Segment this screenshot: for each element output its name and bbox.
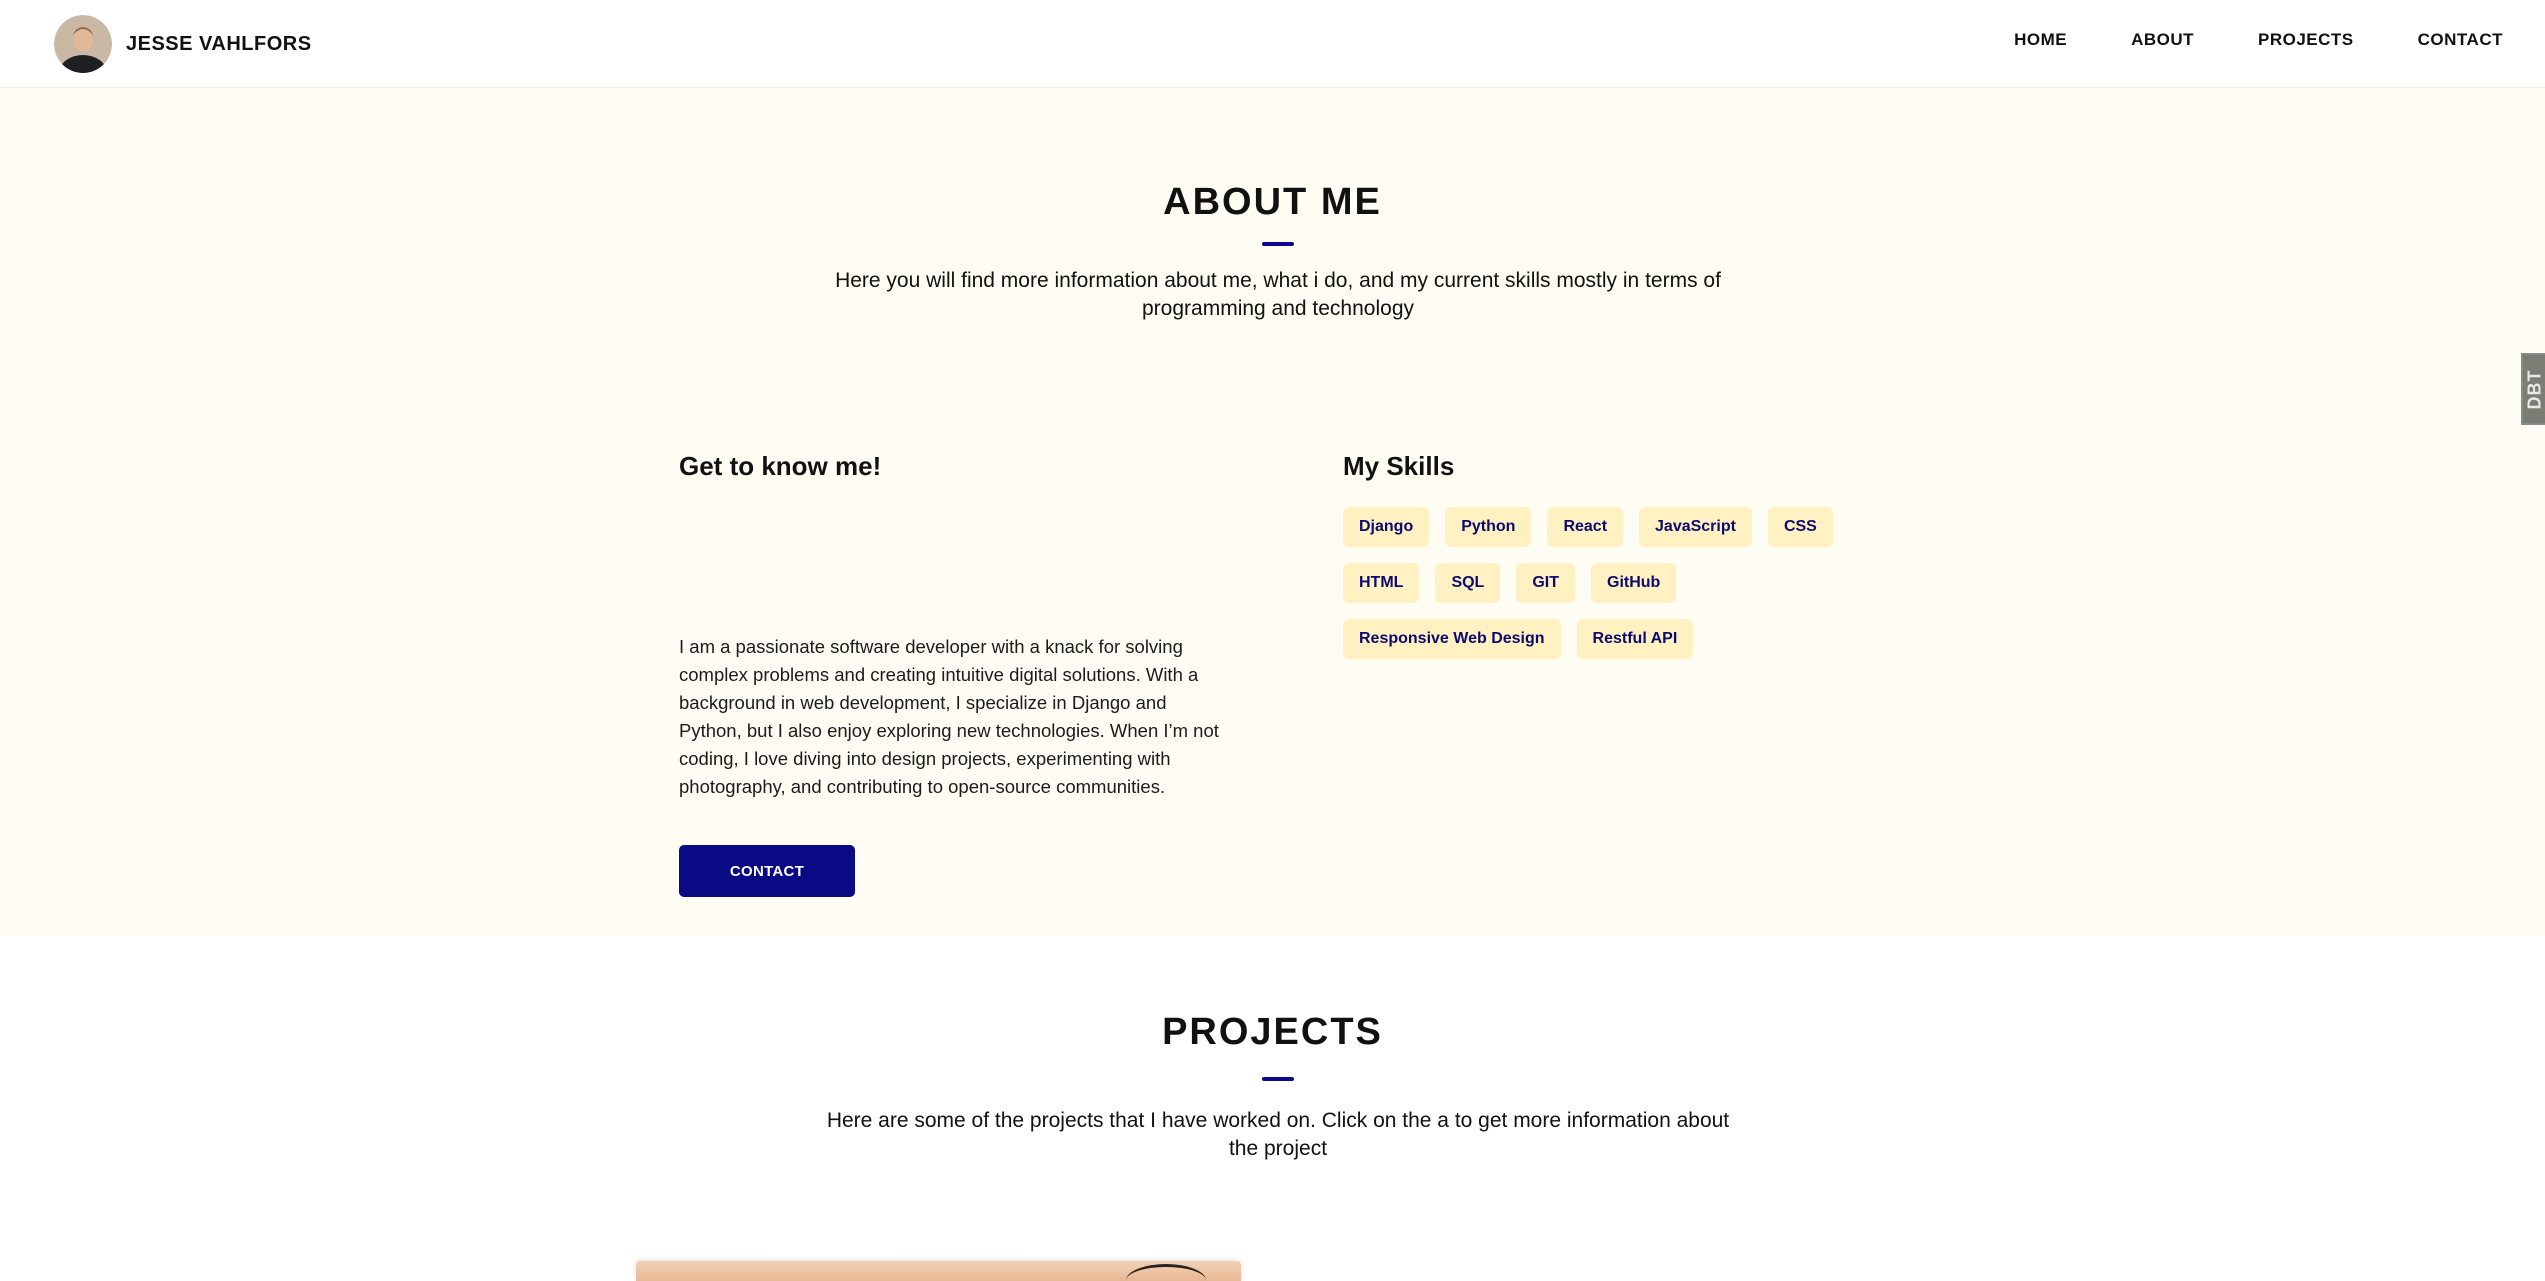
skill-tag: GIT xyxy=(1516,563,1575,603)
skill-tag: JavaScript xyxy=(1639,507,1752,547)
contact-button[interactable]: CONTACT xyxy=(679,845,855,897)
projects-lead: Here are some of the projects that I hav… xyxy=(812,1107,1744,1163)
projects-title-underline xyxy=(1262,1077,1294,1081)
project-card[interactable] xyxy=(636,1261,1241,1281)
about-lead: Here you will find more information abou… xyxy=(828,267,1728,323)
skill-tag: HTML xyxy=(1343,563,1419,603)
about-title: ABOUT ME xyxy=(0,181,2545,224)
main-nav: HOME ABOUT PROJECTS CONTACT xyxy=(1950,30,2503,50)
skill-tag: Responsive Web Design xyxy=(1343,619,1561,659)
projects-title: PROJECTS xyxy=(0,1011,2545,1054)
intro-text: I am a passionate software developer wit… xyxy=(679,633,1219,801)
about-section: ABOUT ME Here you will find more informa… xyxy=(0,89,2545,935)
skill-tag: Restful API xyxy=(1577,619,1694,659)
side-tab-label: DBT xyxy=(2525,370,2545,410)
skills-column: My Skills Django Python React JavaScript… xyxy=(1343,451,1863,482)
skill-tag: React xyxy=(1547,507,1623,547)
skill-tag: SQL xyxy=(1435,563,1500,603)
side-tab[interactable]: DBT xyxy=(2521,353,2545,425)
about-intro-column: Get to know me! I am a passionate softwa… xyxy=(679,451,1219,482)
intro-heading: Get to know me! xyxy=(679,451,1219,482)
nav-home[interactable]: HOME xyxy=(2014,30,2067,50)
skill-tag: Django xyxy=(1343,507,1429,547)
nav-projects[interactable]: PROJECTS xyxy=(2258,30,2354,50)
projects-section: PROJECTS Here are some of the projects t… xyxy=(0,935,2545,1272)
site-header: JESSE VAHLFORS HOME ABOUT PROJECTS CONTA… xyxy=(0,0,2545,88)
skills-list: Django Python React JavaScript CSS HTML … xyxy=(1343,507,1863,659)
skill-tag: GitHub xyxy=(1591,563,1676,603)
nav-about[interactable]: ABOUT xyxy=(2131,30,2194,50)
about-title-underline xyxy=(1262,242,1294,246)
brand-name: JESSE VAHLFORS xyxy=(126,33,312,56)
skills-heading: My Skills xyxy=(1343,451,1863,482)
skill-tag: Python xyxy=(1445,507,1531,547)
nav-contact[interactable]: CONTACT xyxy=(2418,30,2503,50)
skill-tag: CSS xyxy=(1768,507,1833,547)
brand-home-link[interactable]: JESSE VAHLFORS xyxy=(54,15,312,73)
avatar xyxy=(54,15,112,73)
